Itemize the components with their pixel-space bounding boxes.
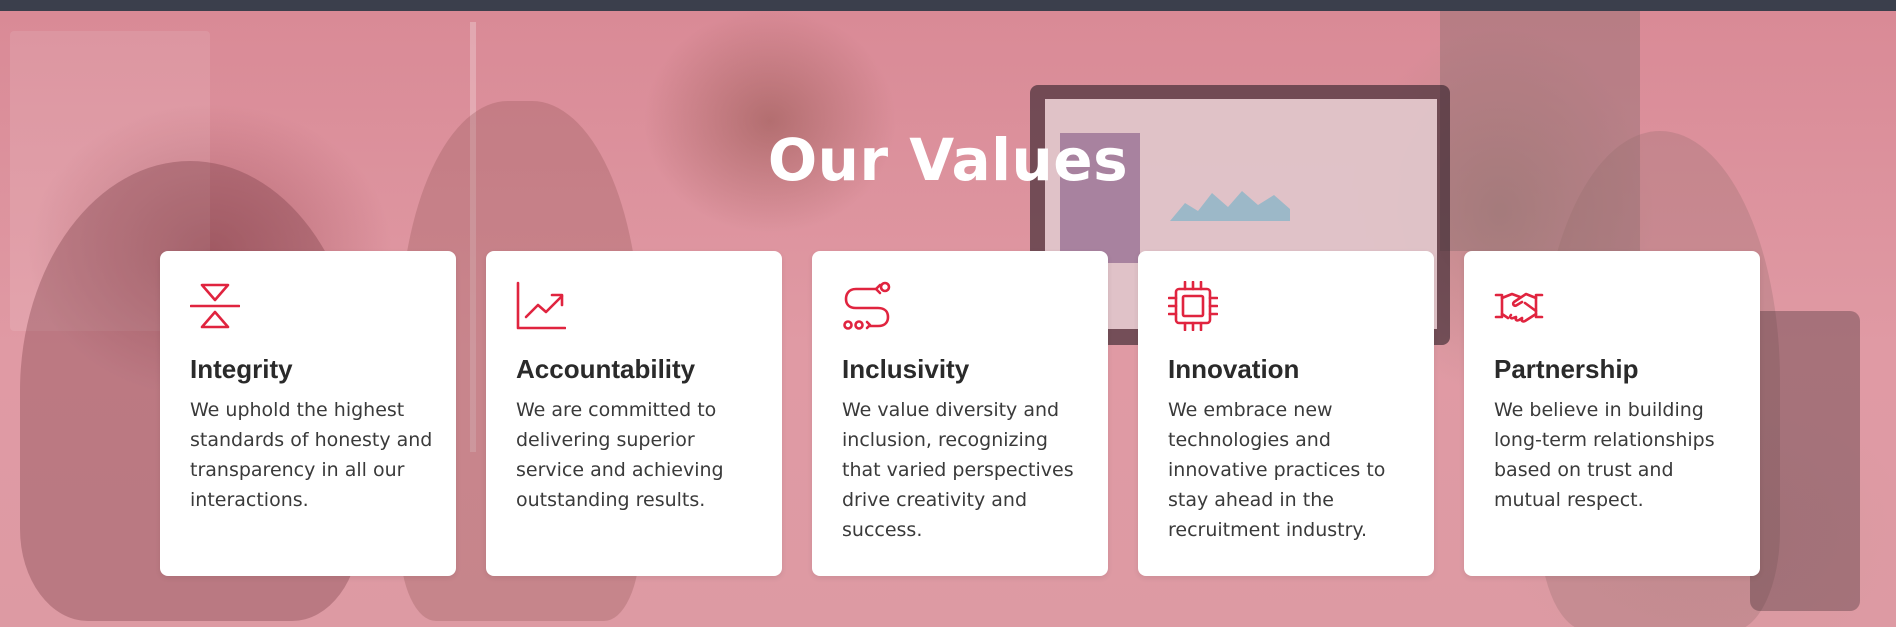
card-description: We believe in building long-term relatio… — [1494, 399, 1715, 511]
card-title: Inclusivity — [842, 354, 970, 384]
card-title: Partnership — [1494, 354, 1639, 384]
value-card-partnership: Partnership We believe in building long-… — [1464, 251, 1760, 576]
card-description: We embrace new technologies and innovati… — [1168, 399, 1386, 541]
route-icon — [842, 281, 892, 331]
value-card-innovation: Innovation We embrace new technologies a… — [1138, 251, 1434, 576]
section-title: Our Values — [767, 126, 1129, 194]
integrity-icon — [190, 281, 240, 331]
value-card-inclusivity: Inclusivity We value diversity and inclu… — [812, 251, 1108, 576]
value-card-integrity: Integrity We uphold the highest standard… — [160, 251, 456, 576]
card-title: Integrity — [190, 354, 293, 384]
card-description: We value diversity and inclusion, recogn… — [842, 399, 1074, 541]
chip-icon — [1168, 281, 1218, 331]
background-chair — [1750, 311, 1860, 611]
top-nav-strip — [0, 0, 1896, 11]
handshake-icon — [1494, 281, 1544, 331]
card-description: We are committed to delivering superior … — [516, 399, 724, 511]
card-title: Accountability — [516, 354, 696, 384]
growth-chart-icon — [516, 281, 566, 331]
value-card-accountability: Accountability We are committed to deliv… — [486, 251, 782, 576]
card-title: Innovation — [1168, 354, 1300, 384]
card-description: We uphold the highest standards of hones… — [190, 399, 433, 511]
